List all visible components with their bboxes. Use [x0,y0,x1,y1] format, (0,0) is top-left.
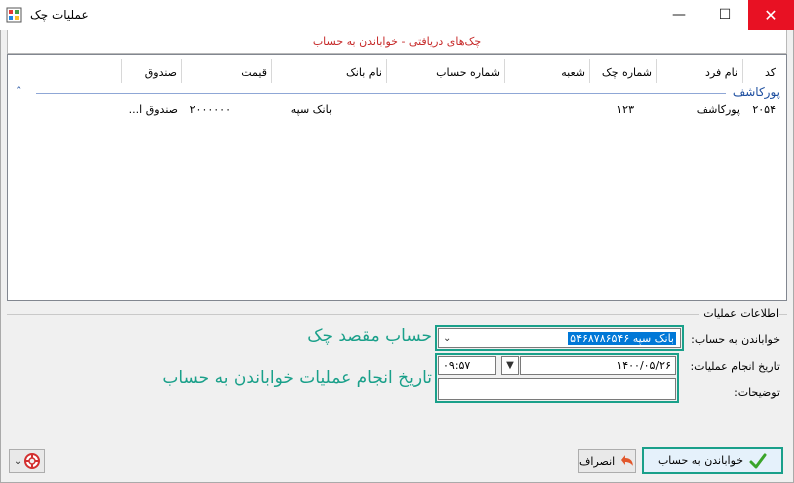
cell-account-no [388,101,502,119]
deposit-button-label: خواباندن به حساب [657,454,744,467]
deposit-button[interactable]: خواباندن به حساب [642,447,783,474]
chevron-down-icon: ⌄ [13,455,23,467]
cell-check-no: ۱۲۳ [616,103,634,116]
deposit-account-value: بانک سپه ۵۴۶۸۷۸۶۵۴۶ [568,331,676,345]
undo-icon [621,455,634,466]
help-menu-button[interactable]: ⌄ [9,449,45,473]
maximize-button[interactable]: ☐ [702,0,748,30]
close-button[interactable]: ✕ [748,0,794,30]
deposit-account-select[interactable]: ⌄ بانک سپه ۵۴۶۸۷۸۶۵۴۶ [438,328,681,348]
cell-branch [506,101,586,119]
operations-title: اطلاعات عملیات [699,307,779,320]
dropdown-arrow-icon: ▼ [506,360,514,371]
annotation-operation-date: تاریخ انجام عملیات خواباندن به حساب [162,368,432,388]
operation-date-input[interactable]: ۱۴۰۰/۰۵/۲۶ [520,356,676,375]
title-bar: عملیات چک — ☐ ✕ [0,0,794,30]
close-icon: ✕ [764,5,778,25]
operation-time-input[interactable]: ۰۹:۵۷ [438,356,496,375]
table-row[interactable]: ۲۰۵۴ پورکاشف ۱۲۳ بانک سپه ۲۰۰۰۰۰۰ صندوق … [8,55,786,125]
lifebuoy-icon [24,453,41,469]
cell-person: پورکاشف [696,103,740,116]
cancel-button[interactable]: انصراف [578,449,636,473]
maximize-icon: ☐ [718,7,732,23]
cell-fund: صندوق ا... [128,103,178,116]
window-title: عملیات چک [30,8,89,22]
checks-grid[interactable]: کد نام فرد شماره چک شعبه شماره حساب نام … [7,54,787,301]
operation-date-label: تاریخ انجام عملیات: [690,360,780,373]
date-picker-button[interactable]: ▼ [501,356,519,375]
section-divider [7,314,787,315]
cell-price: ۲۰۰۰۰۰۰ [189,103,231,116]
description-input[interactable] [438,378,676,400]
cancel-button-label: انصراف [579,454,616,468]
checkmark-icon [749,453,767,468]
description-label: توضیحات: [734,386,780,399]
app-icon [6,7,22,23]
cell-bank: بانک سپه [290,103,332,116]
chevron-down-icon: ⌄ [443,332,452,344]
minimize-icon: — [672,7,686,23]
header-caption: چک‌های دریافتی - خواباندن به حساب [7,30,787,54]
annotation-destination-account: حساب مقصد چک [307,326,432,346]
minimize-button[interactable]: — [656,0,702,30]
deposit-account-label: خواباندن به حساب: [691,333,780,346]
